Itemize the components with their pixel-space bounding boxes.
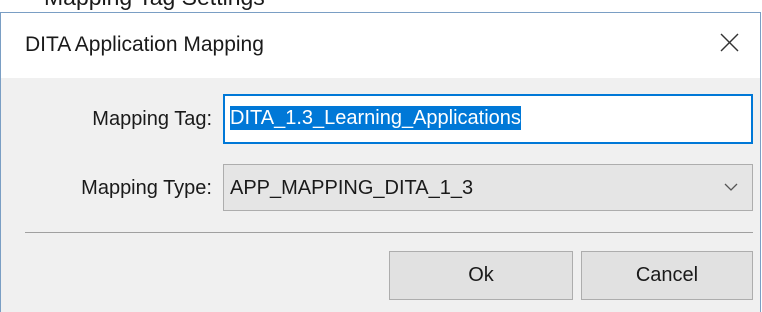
dialog-title: DITA Application Mapping bbox=[25, 33, 264, 56]
mapping-type-label: Mapping Type: bbox=[81, 177, 212, 199]
cancel-button[interactable]: Cancel bbox=[581, 251, 753, 300]
mapping-tag-value[interactable]: DITA_1.3_Learning_Applications bbox=[230, 106, 521, 130]
chevron-down-icon bbox=[724, 183, 738, 191]
close-icon bbox=[720, 33, 739, 52]
close-button[interactable] bbox=[710, 23, 750, 63]
ok-button[interactable]: Ok bbox=[389, 251, 573, 300]
background-window-text: Mapping Tag Settings bbox=[44, 0, 265, 9]
mapping-tag-label: Mapping Tag: bbox=[92, 108, 212, 130]
screen: Mapping Tag Settings DITA Application Ma… bbox=[0, 0, 762, 312]
mapping-type-value: APP_MAPPING_DITA_1_3 bbox=[230, 177, 474, 199]
dialog-titlebar: DITA Application Mapping bbox=[1, 13, 760, 78]
mapping-tag-input[interactable]: DITA_1.3_Learning_Applications bbox=[223, 94, 753, 144]
divider bbox=[25, 232, 753, 233]
dita-application-mapping-dialog: DITA Application Mapping Mapping Tag: DI… bbox=[0, 12, 761, 312]
mapping-type-select[interactable]: APP_MAPPING_DITA_1_3 bbox=[223, 164, 753, 211]
